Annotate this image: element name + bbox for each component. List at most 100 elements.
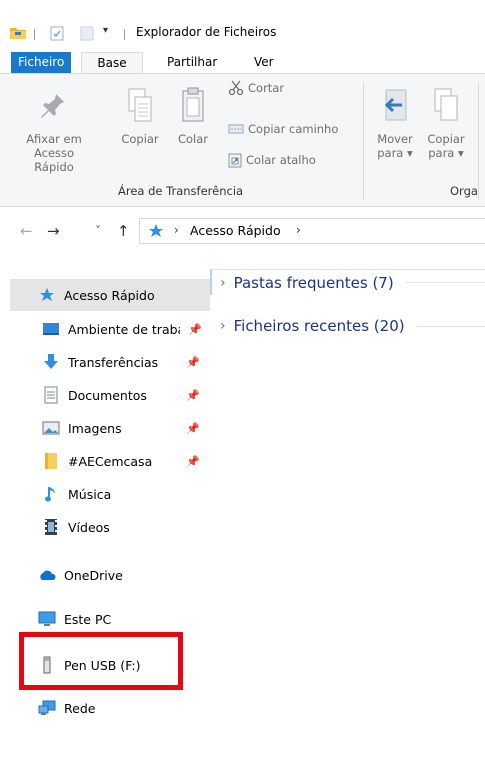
navigation-pane: Acesso Rápido Ambiente de trabalho 📌 Tra… [0,248,210,774]
nav-item-videos[interactable]: Vídeos [10,511,210,543]
move-to-line2: para ▾ [377,146,413,160]
copy-icon [128,88,152,122]
copy-to-line1: Copiar [427,132,465,146]
address-bar-row: ← → ˅ ↑ › Acesso Rápido › [0,214,485,248]
title-bar: ▾ Explorador de Ficheiros [0,12,485,52]
nav-item-quick-access[interactable]: Acesso Rápido [10,279,210,311]
ribbon-tabs: Ficheiro Base Partilhar Ver [0,52,485,74]
highlight-box [19,632,183,690]
section-label: Ficheiros recentes (20) [233,317,405,335]
document-icon [42,386,60,404]
paste-button[interactable]: Colar [170,80,216,146]
network-icon [38,699,56,717]
paste-label: Colar [177,132,209,146]
window-title: Explorador de Ficheiros [136,25,277,39]
copy-path-label: Copiar caminho [248,122,339,136]
nav-item-label: Vídeos [68,519,110,535]
tab-file[interactable]: Ficheiro [11,52,72,73]
clipboard-group-label: Área de Transferência [118,184,244,198]
group-separator [363,82,364,200]
back-button[interactable]: ← [20,222,33,240]
content-pane: › Pastas frequentes (7) › Ficheiros rece… [210,248,485,774]
copy-to-icon [434,88,458,121]
nav-item-network[interactable]: Rede [10,692,210,724]
star-icon [38,286,56,304]
section-divider [416,325,485,327]
address-bar[interactable]: › Acesso Rápido › [139,218,485,244]
copy-to-button[interactable]: Copiar para ▾ [423,80,469,160]
video-icon [42,518,60,536]
paste-icon [182,87,204,122]
folder-icon [10,28,26,39]
pin-to-quick-access-button[interactable]: Afixar em Acesso Rápido [14,80,94,174]
nav-item-label: Transferências [68,354,159,370]
move-to-button[interactable]: Mover para ▾ [372,80,418,160]
copy-to-line2: para ▾ [428,146,464,160]
breadcrumb[interactable]: Acesso Rápido [190,223,281,238]
copy-path-button[interactable]: Copiar caminho [228,122,338,136]
chevron-right-icon[interactable]: › [220,318,226,334]
nav-item-label: OneDrive [64,567,123,583]
paste-shortcut-label: Colar atalho [246,153,316,167]
nav-item-onedrive[interactable]: OneDrive [10,559,210,591]
nav-item-label: Acesso Rápido [64,287,155,303]
nav-item-label: Este PC [64,611,112,627]
tab-home[interactable]: Base [81,52,143,74]
nav-item-label: Música [68,486,112,502]
computer-icon [38,610,56,628]
tab-view[interactable]: Ver [246,52,282,73]
nav-item-pictures[interactable]: Imagens 📌 [10,412,210,444]
ribbon: Afixar em Acesso Rápido Copiar Colar Cor… [0,73,485,207]
paste-shortcut-icon [228,153,242,168]
group-separator [478,82,479,200]
cut-button[interactable]: Cortar [228,80,284,96]
music-icon [42,485,60,503]
move-to-icon [384,89,407,121]
copy-button[interactable]: Copiar [117,80,163,146]
download-icon [42,353,60,371]
tab-share[interactable]: Partilhar [159,52,225,73]
nav-item-label: Imagens [68,420,122,436]
nav-item-this-pc[interactable]: Este PC [10,603,210,635]
cloud-icon [38,566,56,584]
section-recent-files[interactable]: › Ficheiros recentes (20) [210,313,485,339]
pin-label-line1: Afixar em [26,132,82,146]
separator [34,29,35,40]
section-label: Pastas frequentes (7) [233,273,394,292]
nav-item-music[interactable]: Música [10,478,210,510]
pin-icon[interactable]: 📌 [188,323,202,336]
new-folder-icon[interactable] [80,26,94,41]
path-icon [228,124,244,134]
copy-label: Copiar [121,132,159,146]
paste-shortcut-button[interactable]: Colar atalho [228,152,316,168]
up-button[interactable]: ↑ [117,222,130,240]
nav-item-label: Documentos [68,387,147,403]
properties-icon[interactable] [50,26,64,41]
cut-label: Cortar [248,81,285,95]
nav-item-aecemcasa[interactable]: #AECemcasa 📌 [10,445,210,477]
nav-item-label: Ambiente de trabalho [68,321,180,337]
desktop-icon [42,320,60,338]
chevron-right-icon[interactable]: › [220,275,226,291]
pin-icon [41,94,64,118]
folder-icon [42,452,60,470]
forward-button[interactable]: → [47,222,60,240]
nav-item-downloads[interactable]: Transferências 📌 [10,346,210,378]
breadcrumb-separator[interactable]: › [174,223,179,237]
pin-icon[interactable]: 📌 [186,389,200,402]
pin-icon[interactable]: 📌 [186,455,200,468]
image-icon [42,419,60,437]
pin-icon[interactable]: 📌 [186,422,200,435]
nav-item-label: Rede [64,700,96,716]
nav-item-label: #AECemcasa [68,453,153,469]
nav-item-desktop[interactable]: Ambiente de trabalho 📌 [10,313,210,345]
section-frequent-folders[interactable]: › Pastas frequentes (7) [210,269,485,295]
organize-group-label: Orga [450,184,478,198]
pin-icon[interactable]: 📌 [186,356,200,369]
pin-label-line2: Acesso Rápido [33,146,75,174]
customize-quick-access-dropdown[interactable]: ▾ [103,25,108,36]
breadcrumb-separator[interactable]: › [296,223,301,237]
section-divider [405,282,485,283]
nav-item-documents[interactable]: Documentos 📌 [10,379,210,411]
recent-locations-dropdown[interactable]: ˅ [95,224,101,238]
